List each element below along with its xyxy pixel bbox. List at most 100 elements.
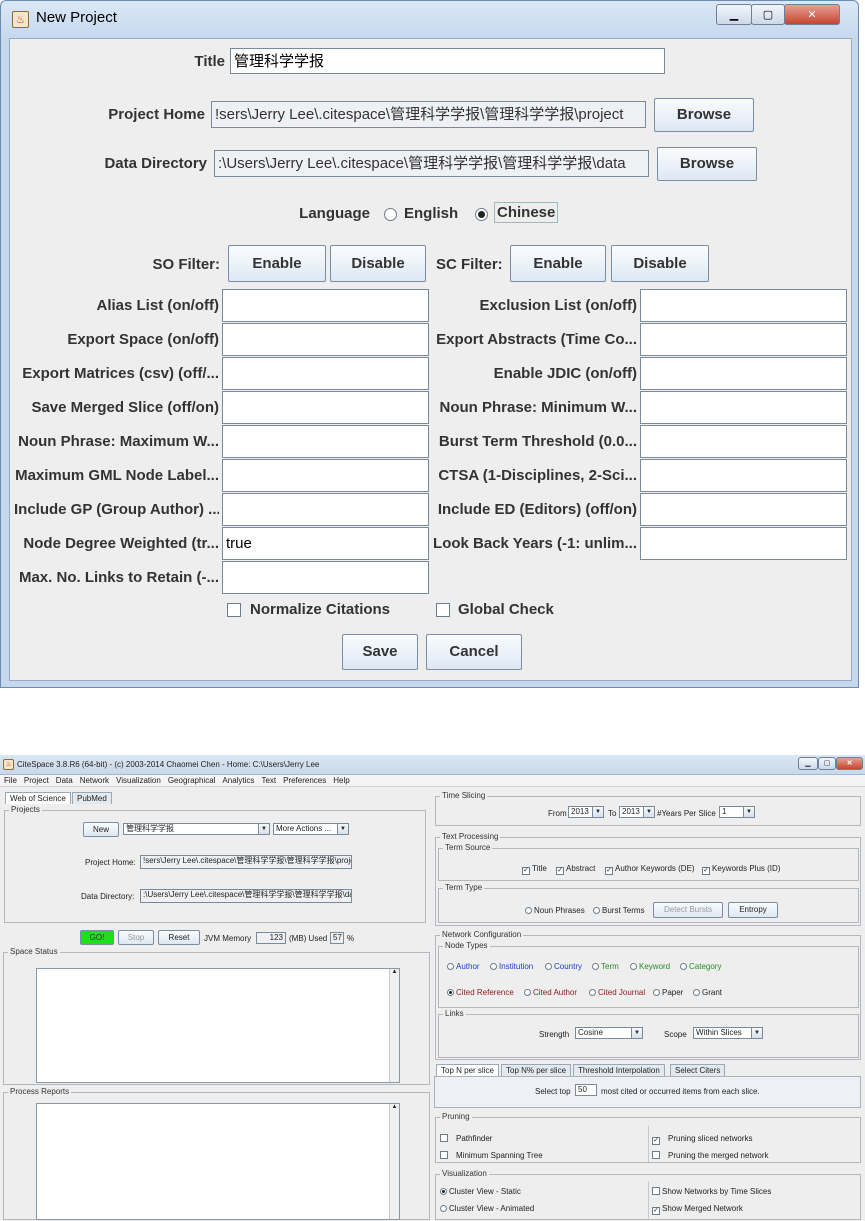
years-per-slice-select[interactable]: 1 ▼: [719, 806, 755, 818]
tab-threshold-interpolation[interactable]: Threshold Interpolation: [573, 1064, 665, 1076]
cv-static-indicator[interactable]: [440, 1188, 447, 1195]
export-space-input[interactable]: [222, 323, 429, 356]
sc-enable-button[interactable]: Enable: [510, 245, 606, 282]
look-back-input[interactable]: [640, 527, 847, 560]
nt-paper-radio[interactable]: Paper: [653, 988, 683, 997]
nt-cited-author-label[interactable]: Cited Author: [533, 988, 577, 997]
prune-sliced-label[interactable]: Pruning sliced networks: [668, 1134, 752, 1143]
normalize-citations-label[interactable]: Normalize Citations: [250, 601, 390, 618]
entropy-button[interactable]: Entropy: [728, 902, 778, 918]
cs-minimize-button[interactable]: ▁: [798, 757, 818, 770]
nt-grant-indicator[interactable]: [693, 989, 700, 996]
burst-terms-indicator[interactable]: [593, 907, 600, 914]
radio-chinese-indicator[interactable]: [475, 208, 488, 221]
more-actions-select[interactable]: More Actions ... ▼: [273, 823, 349, 835]
process-reports-scrollbar[interactable]: ▲: [389, 1104, 399, 1219]
project-select[interactable]: 管理科学学报 ▼: [123, 823, 270, 835]
data-directory-browse-button[interactable]: Browse: [657, 147, 757, 181]
to-year-select[interactable]: 2013 ▼: [619, 806, 655, 818]
cancel-button[interactable]: Cancel: [426, 634, 522, 670]
radio-english[interactable]: [384, 206, 397, 225]
prune-sliced-checkbox[interactable]: ✓ Pruning sliced networks: [652, 1134, 752, 1145]
project-home-input[interactable]: !sers\Jerry Lee\.citespace\管理科学学报\管理科学学报…: [211, 101, 646, 128]
reset-button[interactable]: Reset: [158, 930, 200, 945]
prune-merged-label[interactable]: Pruning the merged network: [668, 1151, 769, 1160]
normalize-citations-box[interactable]: [227, 603, 241, 617]
ts-abstract-label[interactable]: Abstract: [566, 864, 595, 873]
noun-phrase-min-input[interactable]: [640, 391, 847, 424]
export-abstracts-input[interactable]: [640, 323, 847, 356]
show-by-slices-checkbox[interactable]: Show Networks by Time Slices: [652, 1187, 771, 1196]
nt-term-indicator[interactable]: [592, 963, 599, 970]
prune-merged-box[interactable]: [652, 1151, 660, 1159]
nt-author-label[interactable]: Author: [456, 962, 480, 971]
node-degree-input[interactable]: true: [222, 527, 429, 560]
ts-kw-plus-box[interactable]: ✓: [702, 867, 710, 875]
show-by-slices-label[interactable]: Show Networks by Time Slices: [662, 1187, 771, 1196]
global-check-label[interactable]: Global Check: [458, 601, 554, 618]
so-disable-button[interactable]: Disable: [330, 245, 426, 282]
menu-file[interactable]: File: [4, 776, 17, 785]
burst-term-input[interactable]: [640, 425, 847, 458]
menu-data[interactable]: Data: [56, 776, 73, 785]
max-links-input[interactable]: [222, 561, 429, 594]
pathfinder-box[interactable]: [440, 1134, 448, 1142]
tab-top-n-pct[interactable]: Top N% per slice: [501, 1064, 572, 1076]
new-project-button[interactable]: New: [83, 822, 119, 837]
menu-project[interactable]: Project: [24, 776, 49, 785]
normalize-citations-checkbox[interactable]: [227, 602, 241, 621]
menu-analytics[interactable]: Analytics: [222, 776, 254, 785]
burst-terms-radio[interactable]: Burst Terms: [593, 906, 645, 915]
from-year-select[interactable]: 2013 ▼: [568, 806, 604, 818]
radio-chinese-label[interactable]: Chinese: [494, 202, 559, 223]
pathfinder-checkbox[interactable]: Pathfinder: [440, 1134, 492, 1143]
prune-sliced-box[interactable]: ✓: [652, 1137, 660, 1145]
tab-pubmed[interactable]: PubMed: [72, 792, 112, 804]
menu-help[interactable]: Help: [333, 776, 349, 785]
ctsa-input[interactable]: [640, 459, 847, 492]
so-enable-button[interactable]: Enable: [228, 245, 326, 282]
cv-animated-radio[interactable]: Cluster View - Animated: [440, 1204, 534, 1213]
include-ed-input[interactable]: [640, 493, 847, 526]
nt-keyword-radio[interactable]: Keyword: [630, 962, 670, 971]
nt-cited-journal-indicator[interactable]: [589, 989, 596, 996]
nt-cited-ref-label[interactable]: Cited Reference: [456, 988, 514, 997]
nt-cited-ref-indicator[interactable]: [447, 989, 454, 996]
nt-paper-label[interactable]: Paper: [662, 988, 683, 997]
ts-author-kw-checkbox[interactable]: ✓ Author Keywords (DE): [605, 864, 695, 875]
radio-english-indicator[interactable]: [384, 208, 397, 221]
radio-chinese[interactable]: [475, 206, 488, 225]
ts-title-checkbox[interactable]: ✓ Title: [522, 864, 547, 875]
menu-geographical[interactable]: Geographical: [168, 776, 216, 785]
project-home-browse-button[interactable]: Browse: [654, 98, 754, 132]
ts-author-kw-label[interactable]: Author Keywords (DE): [615, 864, 695, 873]
ts-author-kw-box[interactable]: ✓: [605, 867, 613, 875]
nt-cited-journal-label[interactable]: Cited Journal: [598, 988, 645, 997]
mst-label[interactable]: Minimum Spanning Tree: [456, 1151, 543, 1160]
exclusion-list-input[interactable]: [640, 289, 847, 322]
nt-paper-indicator[interactable]: [653, 989, 660, 996]
nt-grant-radio[interactable]: Grant: [693, 988, 722, 997]
stop-button[interactable]: Stop: [118, 930, 154, 945]
noun-phrase-max-input[interactable]: [222, 425, 429, 458]
noun-phrases-label[interactable]: Noun Phrases: [534, 906, 585, 915]
minimize-button[interactable]: ▁: [716, 4, 752, 25]
nt-institution-indicator[interactable]: [490, 963, 497, 970]
detect-bursts-button[interactable]: Detect Bursts: [653, 902, 723, 918]
cs-project-home-input[interactable]: !sers\Jerry Lee\.citespace\管理科学学报\管理科学学报…: [140, 855, 352, 869]
ts-title-box[interactable]: ✓: [522, 867, 530, 875]
cs-maximize-button[interactable]: ▢: [818, 757, 836, 770]
nt-author-indicator[interactable]: [447, 963, 454, 970]
tab-select-citers[interactable]: Select Citers: [670, 1064, 726, 1076]
ts-kw-plus-label[interactable]: Keywords Plus (ID): [712, 864, 780, 873]
cs-close-button[interactable]: ✕: [836, 757, 863, 770]
radio-english-label[interactable]: English: [404, 205, 458, 222]
nt-cited-journal-radio[interactable]: Cited Journal: [589, 988, 645, 997]
mst-box[interactable]: [440, 1151, 448, 1159]
close-button[interactable]: ✕: [784, 4, 840, 25]
nt-category-radio[interactable]: Category: [680, 962, 721, 971]
nt-term-radio[interactable]: Term: [592, 962, 619, 971]
nt-country-label[interactable]: Country: [554, 962, 582, 971]
cv-static-label[interactable]: Cluster View - Static: [449, 1187, 521, 1196]
burst-terms-label[interactable]: Burst Terms: [602, 906, 645, 915]
